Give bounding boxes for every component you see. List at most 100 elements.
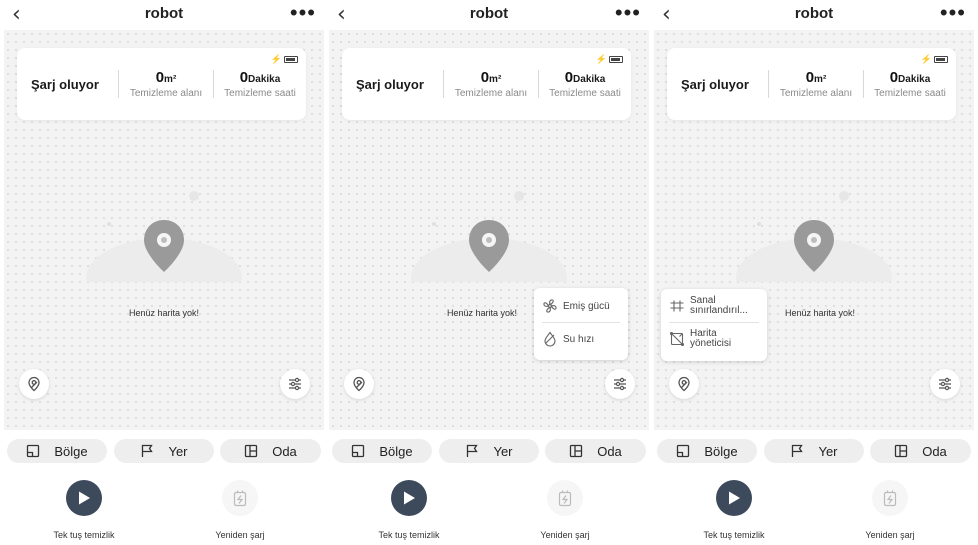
bottom-actions: Tek tuş temizlik Yeniden şarj [4,478,324,545]
tab-zone[interactable]: Bölge [332,439,432,463]
water-flow-option[interactable]: Su hızı [534,323,628,347]
tab-label: Bölge [54,443,88,459]
area-value: 0 [805,69,815,86]
zone-icon [352,444,365,458]
map-manager-option[interactable]: Harita yöneticisi [661,323,767,349]
sliders-icon [289,377,301,391]
recharge-button[interactable] [547,480,583,516]
settings-button[interactable] [930,369,960,399]
play-icon [79,491,90,505]
map-location-button[interactable] [344,369,374,399]
area-value: 0 [480,69,490,86]
more-icon[interactable]: ••• [615,0,641,26]
area-label: Temizleme alanı [129,88,203,99]
flag-icon [792,444,804,457]
play-icon [404,491,415,505]
map-pin-edit-icon [678,376,690,392]
clean-settings-popup: Emiş gücü Su hızı [534,288,628,360]
area-label: Temizleme alanı [779,88,853,99]
tab-room[interactable]: Oda [545,439,646,463]
recharge-label: Yeniden şarj [215,530,265,540]
tab-room[interactable]: Oda [220,439,321,463]
charging-dock-icon [233,490,247,507]
start-cleaning-label: Tek tuş temizlik [703,530,765,540]
start-cleaning-button[interactable] [716,480,752,516]
tab-zone[interactable]: Bölge [657,439,757,463]
start-cleaning-label: Tek tuş temizlik [378,530,440,540]
recharge-button[interactable] [872,480,908,516]
bottom-actions: Tek tuş temizlik Yeniden şarj [654,478,974,545]
start-cleaning-button[interactable] [391,480,427,516]
play-icon [729,491,740,505]
clean-mode-tabs: Bölge Yer Oda [654,439,974,463]
tab-spot[interactable]: Yer [439,439,539,463]
charge-status: Şarj oluyor [681,77,749,92]
map-pin-edit-icon [28,376,40,392]
recharge-button[interactable] [222,480,258,516]
map-tools-popup: Sanal sınırlandırıl... Harita yöneticisi [661,289,767,361]
area-unit: m² [164,74,177,85]
more-icon[interactable]: ••• [940,0,966,26]
recharge-label: Yeniden şarj [865,530,915,540]
battery-charging-icon: ⚡ [921,54,948,65]
time-stat: 0Dakika Temizleme saati [215,69,305,99]
start-cleaning-button[interactable] [66,480,102,516]
time-unit: Dakika [248,74,281,85]
tab-label: Yer [493,443,513,459]
divider [213,70,214,98]
tab-room[interactable]: Oda [870,439,971,463]
tab-spot[interactable]: Yer [764,439,864,463]
divider [863,70,864,98]
clean-mode-tabs: Bölge Yer Oda [4,439,324,463]
nav-bar: ‹ robot ••• [4,0,324,30]
tab-label: Oda [922,443,947,459]
area-unit: m² [489,74,502,85]
no-map-text: Henüz harita yok! [128,308,200,318]
map-manager-icon [669,331,685,347]
map-manager-label-2: yöneticisi [690,338,732,349]
sliders-icon [614,377,626,391]
suction-power-option[interactable]: Emiş gücü [534,288,628,314]
time-unit: Dakika [573,74,606,85]
recharge-label: Yeniden şarj [540,530,590,540]
flag-icon [142,444,154,457]
settings-button[interactable] [605,369,635,399]
time-label: Temizleme saati [874,88,946,99]
battery-charging-icon: ⚡ [271,54,298,65]
area-stat: 0m² Temizleme alanı [446,69,536,99]
time-unit: Dakika [898,74,931,85]
flag-icon [467,444,479,457]
tab-zone[interactable]: Bölge [7,439,107,463]
area-stat: 0m² Temizleme alanı [121,69,211,99]
time-value: 0 [889,69,899,86]
area-value: 0 [155,69,165,86]
fan-icon [543,299,557,313]
settings-button[interactable] [280,369,310,399]
divider [443,70,444,98]
area-unit: m² [814,74,827,85]
status-card: ⚡ Şarj oluyor 0m² Temizleme alanı 0Dakik… [17,48,306,120]
tab-label: Yer [168,443,188,459]
tab-spot[interactable]: Yer [114,439,214,463]
virtual-wall-option[interactable]: Sanal sınırlandırıl... [661,289,767,316]
start-cleaning-label: Tek tuş temizlik [53,530,115,540]
map-location-button[interactable] [19,369,49,399]
nav-bar: ‹ robot ••• [654,0,974,30]
room-icon [570,444,583,458]
robot-screen-1: ‹ robot ••• ⚡ Şarj oluyor 0m² Temizleme … [4,0,324,545]
time-label: Temizleme saati [549,88,621,99]
clean-mode-tabs: Bölge Yer Oda [329,439,649,463]
time-label: Temizleme saati [224,88,296,99]
robot-screen-2: ‹ robot ••• ⚡ Şarj oluyor 0m² Temizleme … [329,0,649,545]
water-drop-icon [544,331,556,347]
tab-label: Yer [818,443,838,459]
map-location-button[interactable] [669,369,699,399]
page-title: robot [469,5,509,22]
screenshot-triptych: ‹ robot ••• ⚡ Şarj oluyor 0m² Temizleme … [0,0,978,545]
more-icon[interactable]: ••• [290,0,316,26]
room-icon [245,444,258,458]
bottom-actions: Tek tuş temizlik Yeniden şarj [329,478,649,545]
divider [768,70,769,98]
charging-dock-icon [558,490,572,507]
water-flow-label: Su hızı [563,333,595,345]
